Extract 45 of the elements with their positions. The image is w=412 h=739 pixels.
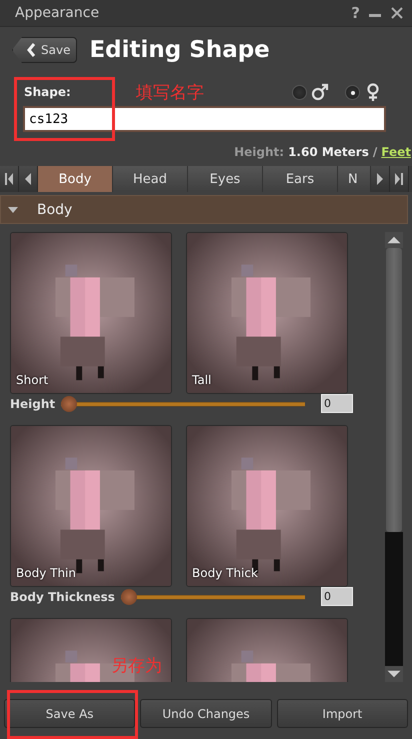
radio-button[interactable] — [345, 84, 360, 100]
value-field[interactable]: 0 — [321, 394, 353, 413]
help-button[interactable]: ? — [351, 4, 360, 22]
page-title: Editing Shape — [89, 37, 270, 63]
slider-label: Body Thickness — [10, 590, 115, 604]
tab[interactable]: N — [338, 166, 371, 192]
scrollbar[interactable] — [385, 232, 403, 682]
close-icon[interactable] — [390, 6, 404, 20]
units-link[interactable]: Feet — [381, 145, 411, 159]
scroll-thumb[interactable] — [386, 248, 402, 532]
footer-button[interactable]: Undo Changes — [140, 699, 272, 728]
window-title: Appearance — [15, 5, 100, 21]
footer-button[interactable]: Import — [276, 699, 408, 728]
slider-label: Height — [10, 396, 56, 410]
male-symbol-icon — [311, 82, 329, 102]
footer-button[interactable]: Save As — [4, 699, 136, 728]
arrow-left-icon[interactable] — [23, 172, 33, 186]
field-label: Shape: — [24, 85, 71, 99]
scroll-up-icon[interactable] — [385, 232, 403, 248]
annotation-text: 另存为 — [111, 655, 162, 677]
tab[interactable]: Ears — [263, 166, 338, 192]
chevron-left-icon — [27, 42, 37, 58]
height-value: 1.60 Meters — [288, 145, 369, 159]
tab[interactable]: Body — [38, 166, 113, 192]
name-field[interactable]: cs123 — [23, 106, 386, 132]
accordion-header[interactable]: Body — [0, 195, 408, 224]
tab[interactable]: Head — [113, 166, 188, 192]
caret-down-icon — [7, 204, 19, 214]
back-button[interactable]: Save — [12, 37, 78, 63]
skip-forward-icon[interactable] — [394, 172, 404, 186]
picture-caption: Tall — [192, 373, 212, 387]
arrow-right-icon[interactable] — [375, 172, 385, 186]
separator-text: / — [372, 145, 378, 159]
picture-caption: Short — [16, 373, 48, 387]
scroll-down-icon[interactable] — [385, 666, 403, 682]
tab[interactable]: Eyes — [188, 166, 263, 192]
annotation-text: 填写名字 — [136, 83, 204, 103]
value-field[interactable]: 0 — [321, 587, 353, 606]
picture-caption: Body Thin — [16, 566, 76, 580]
height-label: Height: — [234, 145, 284, 159]
radio-button[interactable] — [292, 84, 307, 100]
slider-thumb[interactable] — [61, 396, 78, 412]
skip-back-icon[interactable] — [4, 172, 14, 186]
picture-caption: Body Thick — [192, 566, 258, 580]
slider-thumb[interactable] — [120, 588, 137, 604]
